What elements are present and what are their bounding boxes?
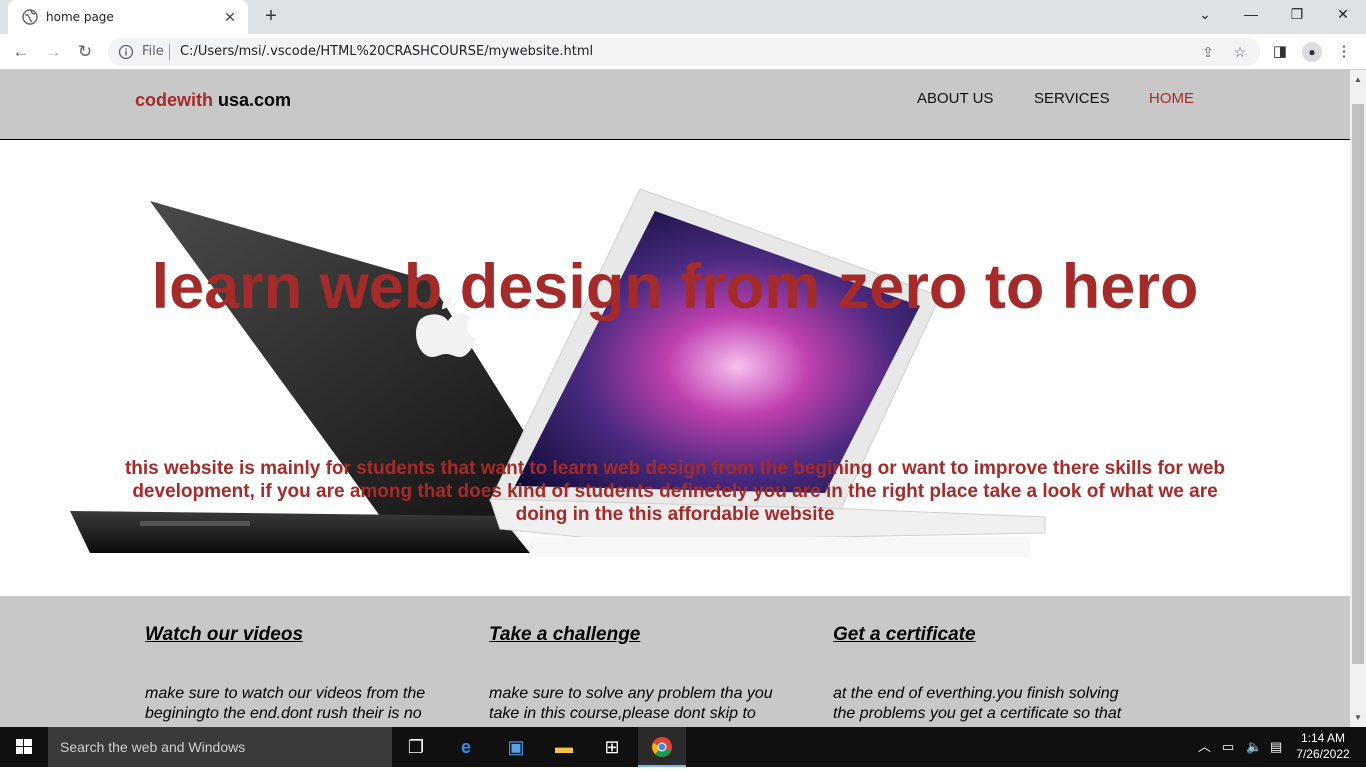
feature-title[interactable]: Get a certificate bbox=[833, 624, 1143, 646]
page-viewport: codewith usa.com ABOUT US SERVICES HOME bbox=[0, 70, 1350, 727]
feature-card-videos: Watch our videos make sure to watch our … bbox=[145, 624, 455, 724]
browser-tab[interactable]: home page ✕ bbox=[8, 0, 248, 34]
globe-icon bbox=[22, 9, 38, 25]
minimize-button[interactable]: — bbox=[1228, 0, 1274, 30]
clock-date: 7/26/2022 bbox=[1296, 747, 1350, 761]
file-scheme-label: File bbox=[142, 44, 164, 59]
site-logo[interactable]: codewith usa.com bbox=[135, 90, 291, 111]
hero-description: this website is mainly for students that… bbox=[124, 458, 1226, 525]
windows-taskbar: Search the web and Windows ❐ e ▣ ▬ ⊞ ︿ ▭… bbox=[0, 727, 1366, 767]
maximize-button[interactable]: ❐ bbox=[1274, 0, 1320, 30]
site-navbar: codewith usa.com ABOUT US SERVICES HOME bbox=[0, 70, 1350, 140]
back-button[interactable]: ← bbox=[8, 39, 34, 65]
browser-tab-strip: home page ✕ + ⌄ — ❐ ✕ bbox=[0, 0, 1366, 34]
feature-card-certificate: Get a certificate at the end of everthin… bbox=[833, 624, 1143, 724]
hero-heading: learn web design from zero to hero bbox=[151, 252, 1199, 322]
menu-kebab-icon[interactable]: ⋮ bbox=[1334, 42, 1354, 62]
url-text[interactable]: C:/Users/msi/.vscode/HTML%20CRASHCOURSE/… bbox=[180, 44, 593, 59]
taskbar-clock[interactable]: 1:14 AM 7/26/2022 bbox=[1290, 730, 1356, 762]
feature-title[interactable]: Take a challenge bbox=[489, 624, 799, 646]
close-tab-icon[interactable]: ✕ bbox=[222, 9, 238, 26]
page-scrollbar[interactable]: ▲ ▼ bbox=[1350, 70, 1366, 727]
bookmark-star-icon[interactable]: ☆ bbox=[1232, 44, 1248, 60]
feature-card-challenge: Take a challenge make sure to solve any … bbox=[489, 624, 799, 724]
notifications-icon[interactable]: ▤ bbox=[1270, 727, 1282, 767]
store-app-icon[interactable]: ▣ bbox=[492, 727, 540, 767]
omnibox-divider bbox=[169, 44, 170, 60]
nav-services-link[interactable]: SERVICES bbox=[1034, 90, 1110, 107]
new-tab-button[interactable]: + bbox=[258, 4, 284, 30]
edge-browser-icon[interactable]: e bbox=[442, 727, 490, 767]
feature-text: make sure to watch our videos from the b… bbox=[145, 685, 426, 722]
hero-section: learn web design from zero to hero this … bbox=[0, 141, 1350, 596]
tray-chevron-icon[interactable]: ︿ bbox=[1198, 727, 1211, 767]
taskbar-search-box[interactable]: Search the web and Windows bbox=[48, 727, 392, 767]
task-view-icon[interactable]: ❐ bbox=[392, 727, 440, 767]
logo-part-2: usa.com bbox=[218, 90, 292, 110]
volume-icon[interactable]: 🔈 bbox=[1246, 727, 1262, 767]
omnibox[interactable]: File C:/Users/msi/.vscode/HTML%20CRASHCO… bbox=[108, 38, 1260, 66]
battery-icon[interactable]: ▭ bbox=[1222, 727, 1234, 767]
share-icon[interactable]: ⇪ bbox=[1200, 44, 1216, 60]
file-explorer-icon[interactable]: ▬ bbox=[540, 727, 588, 767]
scrollbar-thumb[interactable] bbox=[1352, 104, 1364, 664]
feature-title[interactable]: Watch our videos bbox=[145, 624, 455, 646]
feature-text: at the end of everthing.you finish solvi… bbox=[833, 685, 1122, 722]
nav-home-link[interactable]: HOME bbox=[1149, 90, 1194, 107]
features-section: Watch our videos make sure to watch our … bbox=[0, 596, 1350, 727]
forward-button[interactable]: → bbox=[40, 39, 66, 65]
nav-about-link[interactable]: ABOUT US bbox=[917, 90, 993, 107]
close-window-button[interactable]: ✕ bbox=[1320, 0, 1366, 30]
scroll-up-arrow-icon[interactable]: ▲ bbox=[1350, 72, 1366, 88]
logo-part-1: codewith bbox=[135, 90, 214, 110]
scroll-down-arrow-icon[interactable]: ▼ bbox=[1350, 710, 1366, 726]
info-icon[interactable] bbox=[118, 44, 134, 60]
tab-title: home page bbox=[46, 10, 114, 24]
clock-time: 1:14 AM bbox=[1300, 731, 1346, 745]
chrome-icon[interactable] bbox=[638, 727, 686, 767]
reload-button[interactable]: ↻ bbox=[72, 39, 98, 65]
tab-search-chevron-icon[interactable]: ⌄ bbox=[1182, 0, 1228, 30]
side-panel-icon[interactable]: ◨ bbox=[1270, 42, 1290, 62]
windows-start-icon[interactable] bbox=[0, 727, 48, 767]
profile-avatar-icon[interactable]: ● bbox=[1302, 42, 1322, 62]
address-toolbar: ← → ↻ File C:/Users/msi/.vscode/HTML%20C… bbox=[0, 34, 1366, 70]
shopping-bag-icon[interactable]: ⊞ bbox=[588, 727, 636, 767]
feature-text: make sure to solve any problem tha you t… bbox=[489, 685, 773, 722]
